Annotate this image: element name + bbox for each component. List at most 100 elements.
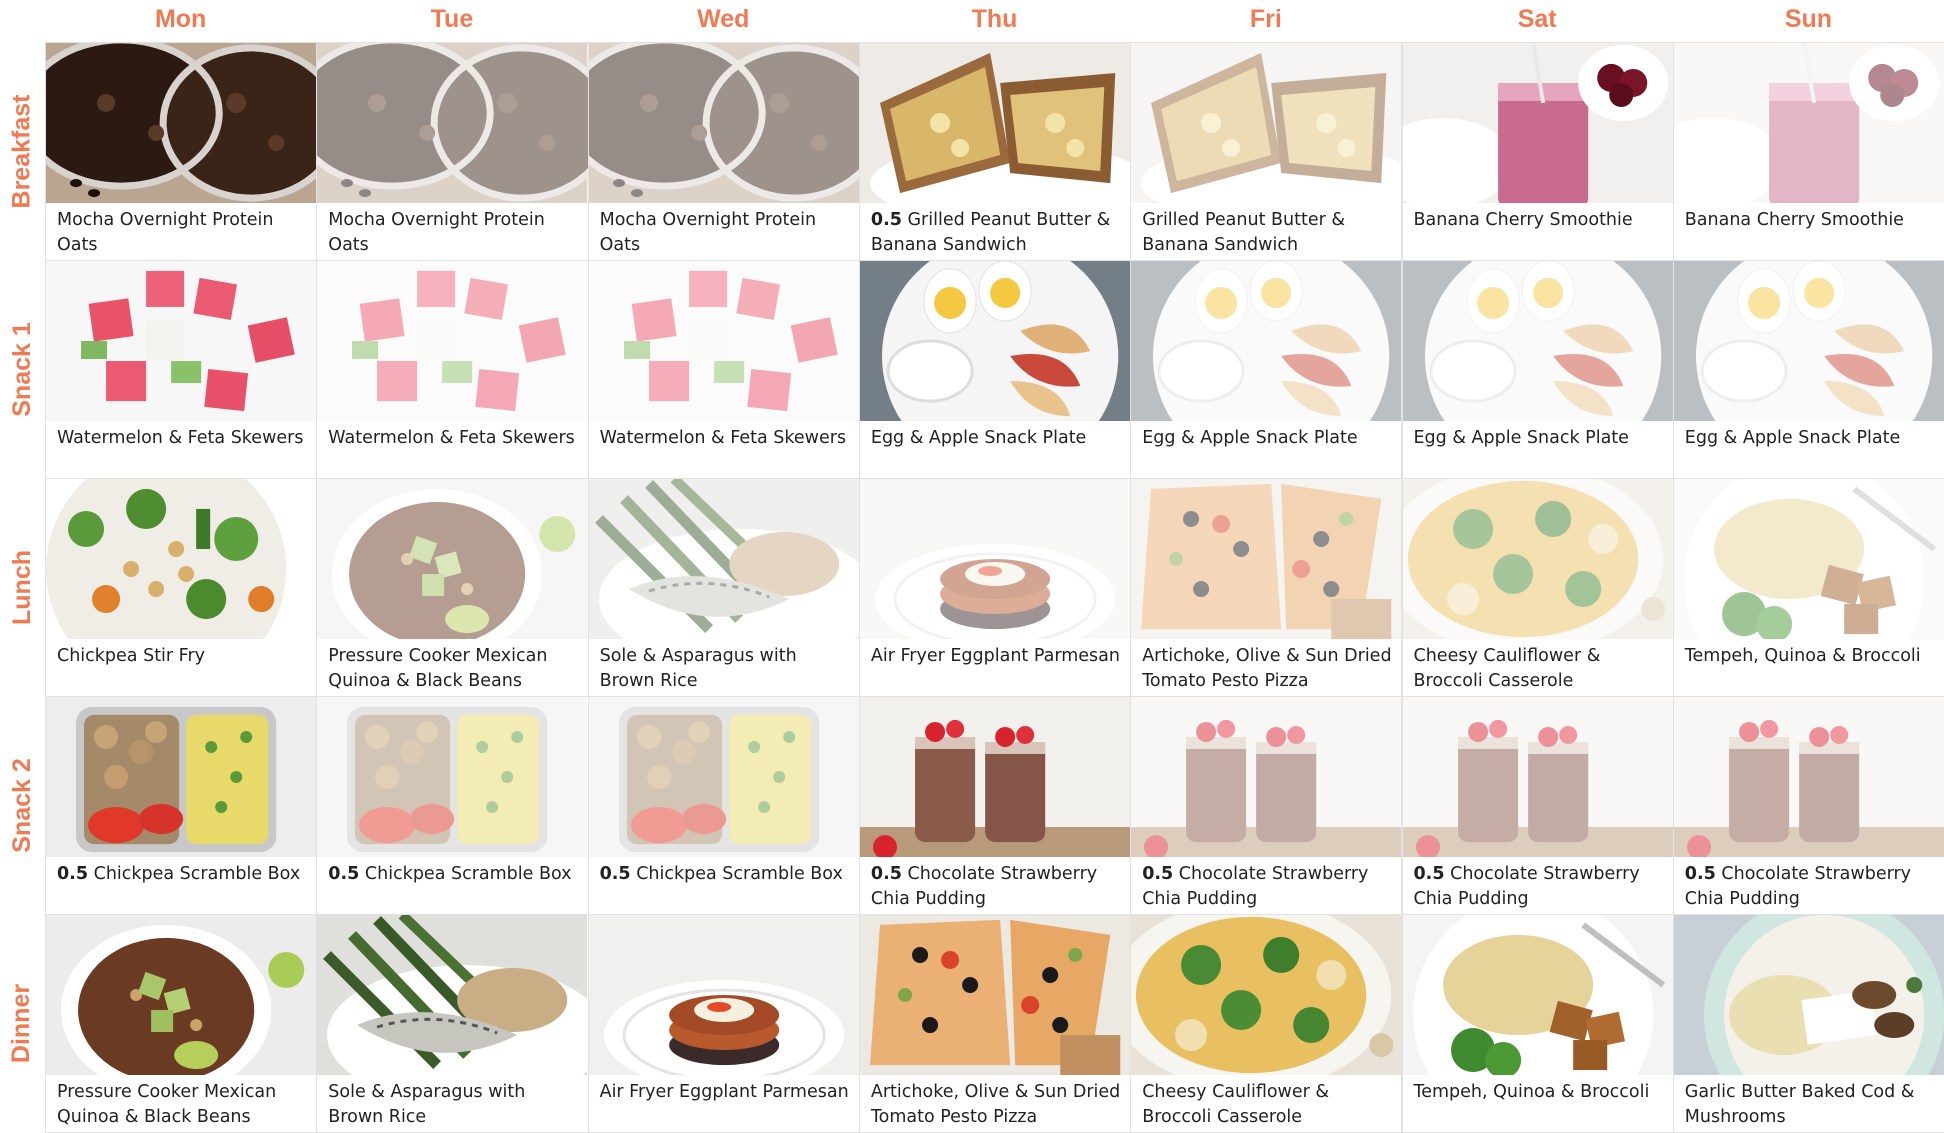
recipe-card[interactable]: Tempeh, Quinoa & Broccoli	[1401, 914, 1674, 1133]
tempeh-quinoa-photo[interactable]	[1673, 479, 1944, 639]
overnight-oats-photo[interactable]	[588, 43, 859, 203]
recipe-caption[interactable]: Watermelon & Feta Skewers	[600, 426, 853, 451]
recipe-caption[interactable]: Tempeh, Quinoa & Broccoli	[1685, 644, 1938, 669]
recipe-card[interactable]: Artichoke, Olive & Sun Dried Tomato Pest…	[1130, 478, 1403, 697]
recipe-card[interactable]: Egg & Apple Snack Plate	[1672, 260, 1944, 479]
recipe-caption[interactable]: Egg & Apple Snack Plate	[1142, 426, 1395, 451]
recipe-card[interactable]: 0.5 Chickpea Scramble Box	[316, 696, 589, 915]
recipe-card[interactable]: 0.5 Chickpea Scramble Box	[45, 696, 318, 915]
recipe-card[interactable]: Garlic Butter Baked Cod & Mushrooms	[1672, 914, 1944, 1133]
quinoa-bowl-photo[interactable]	[46, 915, 317, 1075]
recipe-card[interactable]: Egg & Apple Snack Plate	[1130, 260, 1403, 479]
recipe-card[interactable]: Egg & Apple Snack Plate	[858, 260, 1132, 479]
recipe-caption[interactable]: Tempeh, Quinoa & Broccoli	[1414, 1080, 1667, 1105]
egg-apple-plate-photo[interactable]	[1673, 261, 1944, 421]
recipe-card[interactable]: Chickpea Stir Fry	[45, 478, 318, 697]
recipe-card[interactable]: 0.5 Chocolate Strawberry Chia Pudding	[858, 696, 1132, 915]
recipe-caption[interactable]: Air Fryer Eggplant Parmesan	[600, 1080, 853, 1105]
recipe-caption[interactable]: 0.5 Grilled Peanut Butter & Banana Sandw…	[871, 208, 1124, 258]
smoothie-photo[interactable]	[1402, 43, 1673, 203]
recipe-card[interactable]: Air Fryer Eggplant Parmesan	[858, 478, 1132, 697]
pizza-photo[interactable]	[859, 915, 1131, 1075]
recipe-caption[interactable]: Egg & Apple Snack Plate	[1685, 426, 1938, 451]
egg-apple-plate-photo[interactable]	[859, 261, 1131, 421]
watermelon-skewers-photo[interactable]	[317, 261, 588, 421]
recipe-caption[interactable]: Cheesy Cauliflower & Broccoli Casserole	[1142, 1080, 1395, 1130]
recipe-caption[interactable]: Mocha Overnight Protein Oats	[57, 208, 310, 258]
quinoa-bowl-photo[interactable]	[317, 479, 588, 639]
watermelon-skewers-photo[interactable]	[46, 261, 317, 421]
recipe-caption[interactable]: 0.5 Chickpea Scramble Box	[57, 862, 310, 887]
recipe-caption[interactable]: Cheesy Cauliflower & Broccoli Casserole	[1414, 644, 1667, 694]
recipe-caption[interactable]: 0.5 Chickpea Scramble Box	[328, 862, 581, 887]
chia-pudding-photo[interactable]	[1402, 697, 1673, 857]
eggplant-parmesan-photo[interactable]	[859, 479, 1131, 639]
recipe-card[interactable]: Watermelon & Feta Skewers	[587, 260, 860, 479]
recipe-caption[interactable]: 0.5 Chocolate Strawberry Chia Pudding	[871, 862, 1124, 912]
recipe-caption[interactable]: Garlic Butter Baked Cod & Mushrooms	[1685, 1080, 1938, 1130]
recipe-card[interactable]: Banana Cherry Smoothie	[1672, 42, 1944, 261]
recipe-caption[interactable]: 0.5 Chocolate Strawberry Chia Pudding	[1685, 862, 1938, 912]
recipe-caption[interactable]: 0.5 Chickpea Scramble Box	[600, 862, 853, 887]
grilled-sandwich-photo[interactable]	[859, 43, 1131, 203]
recipe-card[interactable]: Grilled Peanut Butter & Banana Sandwich	[1130, 42, 1403, 261]
recipe-card[interactable]: Cheesy Cauliflower & Broccoli Casserole	[1130, 914, 1403, 1133]
chia-pudding-photo[interactable]	[1673, 697, 1944, 857]
casserole-photo[interactable]	[1402, 479, 1673, 639]
recipe-caption[interactable]: Mocha Overnight Protein Oats	[328, 208, 581, 258]
scramble-box-photo[interactable]	[46, 697, 317, 857]
recipe-card[interactable]: 0.5 Chocolate Strawberry Chia Pudding	[1401, 696, 1674, 915]
scramble-box-photo[interactable]	[317, 697, 588, 857]
recipe-caption[interactable]: 0.5 Chocolate Strawberry Chia Pudding	[1142, 862, 1395, 912]
recipe-caption[interactable]: Egg & Apple Snack Plate	[1414, 426, 1667, 451]
egg-apple-plate-photo[interactable]	[1131, 261, 1402, 421]
smoothie-photo[interactable]	[1673, 43, 1944, 203]
recipe-caption[interactable]: Watermelon & Feta Skewers	[57, 426, 310, 451]
recipe-card[interactable]: Sole & Asparagus with Brown Rice	[316, 914, 589, 1133]
recipe-caption[interactable]: Pressure Cooker Mexican Quinoa & Black B…	[328, 644, 581, 694]
recipe-caption[interactable]: Mocha Overnight Protein Oats	[600, 208, 853, 258]
recipe-card[interactable]: Egg & Apple Snack Plate	[1401, 260, 1674, 479]
baked-cod-photo[interactable]	[1673, 915, 1944, 1075]
tempeh-quinoa-photo[interactable]	[1402, 915, 1673, 1075]
recipe-card[interactable]: 0.5 Chocolate Strawberry Chia Pudding	[1672, 696, 1944, 915]
recipe-caption[interactable]: Sole & Asparagus with Brown Rice	[600, 644, 853, 694]
egg-apple-plate-photo[interactable]	[1402, 261, 1673, 421]
chia-pudding-photo[interactable]	[1131, 697, 1402, 857]
recipe-caption[interactable]: Grilled Peanut Butter & Banana Sandwich	[1142, 208, 1395, 258]
recipe-card[interactable]: Watermelon & Feta Skewers	[45, 260, 318, 479]
recipe-caption[interactable]: 0.5 Chocolate Strawberry Chia Pudding	[1414, 862, 1667, 912]
recipe-caption[interactable]: Air Fryer Eggplant Parmesan	[871, 644, 1124, 669]
recipe-card[interactable]: Mocha Overnight Protein Oats	[316, 42, 589, 261]
recipe-caption[interactable]: Pressure Cooker Mexican Quinoa & Black B…	[57, 1080, 310, 1130]
recipe-card[interactable]: 0.5 Grilled Peanut Butter & Banana Sandw…	[858, 42, 1132, 261]
recipe-caption[interactable]: Banana Cherry Smoothie	[1414, 208, 1667, 233]
overnight-oats-photo[interactable]	[317, 43, 588, 203]
recipe-card[interactable]: Air Fryer Eggplant Parmesan	[587, 914, 860, 1133]
recipe-card[interactable]: Watermelon & Feta Skewers	[316, 260, 589, 479]
chia-pudding-photo[interactable]	[859, 697, 1131, 857]
pizza-photo[interactable]	[1131, 479, 1402, 639]
recipe-caption[interactable]: Sole & Asparagus with Brown Rice	[328, 1080, 581, 1130]
casserole-photo[interactable]	[1131, 915, 1402, 1075]
grilled-sandwich-photo[interactable]	[1131, 43, 1402, 203]
recipe-card[interactable]: Tempeh, Quinoa & Broccoli	[1672, 478, 1944, 697]
watermelon-skewers-photo[interactable]	[588, 261, 859, 421]
recipe-caption[interactable]: Artichoke, Olive & Sun Dried Tomato Pest…	[871, 1080, 1124, 1130]
sole-asparagus-photo[interactable]	[588, 479, 859, 639]
recipe-card[interactable]: Sole & Asparagus with Brown Rice	[587, 478, 860, 697]
recipe-card[interactable]: 0.5 Chocolate Strawberry Chia Pudding	[1130, 696, 1403, 915]
recipe-card[interactable]: Cheesy Cauliflower & Broccoli Casserole	[1401, 478, 1674, 697]
recipe-caption[interactable]: Watermelon & Feta Skewers	[328, 426, 581, 451]
overnight-oats-photo[interactable]	[46, 43, 317, 203]
recipe-card[interactable]: Artichoke, Olive & Sun Dried Tomato Pest…	[858, 914, 1132, 1133]
recipe-caption[interactable]: Chickpea Stir Fry	[57, 644, 310, 669]
recipe-card[interactable]: Pressure Cooker Mexican Quinoa & Black B…	[45, 914, 318, 1133]
recipe-card[interactable]: Mocha Overnight Protein Oats	[587, 42, 860, 261]
recipe-card[interactable]: Banana Cherry Smoothie	[1401, 42, 1674, 261]
scramble-box-photo[interactable]	[588, 697, 859, 857]
recipe-card[interactable]: 0.5 Chickpea Scramble Box	[587, 696, 860, 915]
stir-fry-photo[interactable]	[46, 479, 317, 639]
recipe-caption[interactable]: Egg & Apple Snack Plate	[871, 426, 1124, 451]
recipe-caption[interactable]: Artichoke, Olive & Sun Dried Tomato Pest…	[1142, 644, 1395, 694]
